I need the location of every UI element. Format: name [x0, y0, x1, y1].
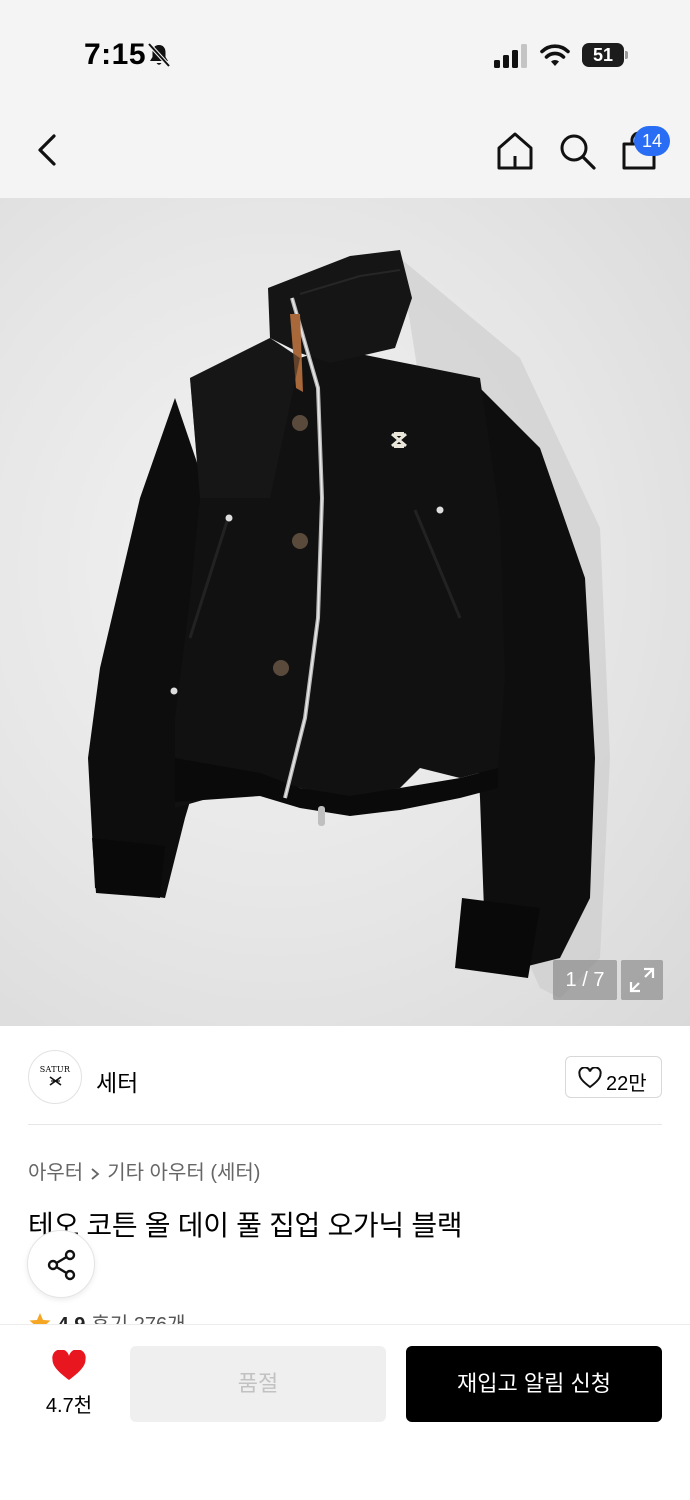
- brand-name[interactable]: 세터: [96, 1064, 138, 1098]
- battery-icon: 51: [582, 43, 628, 67]
- brand-logo-text: SATUR: [39, 1065, 71, 1074]
- breadcrumb: 아우터 기타 아우터 (세터): [28, 1156, 260, 1185]
- share-icon: [47, 1249, 76, 1281]
- heart-filled-icon[interactable]: [51, 1350, 87, 1382]
- soldout-button[interactable]: 품절: [130, 1346, 386, 1422]
- heart-outline-icon: [578, 1067, 602, 1089]
- cellular-signal-icon: [494, 44, 527, 68]
- share-button[interactable]: [27, 1230, 95, 1298]
- bottom-action-bar: 4.7천 품절 재입고 알림 신청: [0, 1324, 690, 1500]
- divider: [28, 1124, 662, 1125]
- brand-row[interactable]: SATUR 세터 22만: [0, 1028, 690, 1126]
- product-detail-screen: 7:15 51 14 1 / 7 SATUR 세터 22만 아우터 기타 아우터…: [0, 0, 690, 1500]
- product-title: 테오 코튼 올 데이 풀 집업 오가닉 블랙: [28, 1210, 463, 1241]
- jacket-photo: [88, 250, 610, 998]
- status-bar: 7:15 51: [0, 0, 690, 100]
- breadcrumb-subcategory[interactable]: 기타 아우터 (세터): [107, 1162, 260, 1184]
- brand-logo[interactable]: SATUR: [28, 1050, 82, 1104]
- top-nav-bar: 14: [0, 100, 690, 198]
- wifi-icon: [540, 44, 570, 66]
- search-icon[interactable]: [556, 130, 598, 172]
- home-icon[interactable]: [494, 130, 536, 172]
- product-image-gallery[interactable]: 1 / 7: [0, 198, 690, 1026]
- wish-count: 4.7천: [45, 1395, 93, 1417]
- cart-count-badge: 14: [634, 126, 670, 156]
- brand-like-count: 22만: [606, 1073, 647, 1095]
- restock-alert-button[interactable]: 재입고 알림 신청: [406, 1346, 662, 1422]
- chevron-right-icon: [91, 1168, 100, 1180]
- expand-image-button[interactable]: [621, 960, 663, 1000]
- image-counter: 1 / 7: [553, 960, 617, 1000]
- brand-mark-icon: [49, 1076, 62, 1086]
- brand-like-button[interactable]: 22만: [565, 1056, 662, 1098]
- back-button[interactable]: [28, 126, 68, 174]
- expand-icon: [629, 967, 655, 993]
- status-time: 7:15: [84, 38, 147, 71]
- bell-muted-icon: [147, 42, 171, 68]
- battery-level: 51: [592, 45, 614, 65]
- breadcrumb-category[interactable]: 아우터: [28, 1162, 83, 1184]
